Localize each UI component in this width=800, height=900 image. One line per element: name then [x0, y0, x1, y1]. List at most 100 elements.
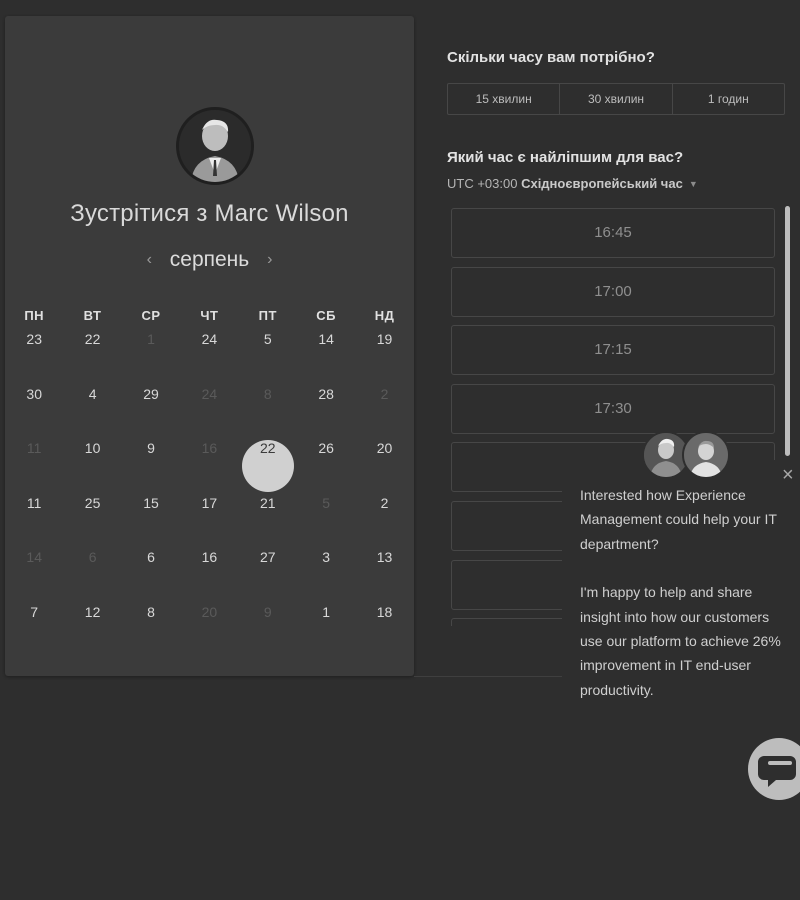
calendar-day-number: 26 [318, 440, 334, 457]
calendar-day[interactable]: 4 [63, 383, 121, 438]
calendar-day-number: 21 [259, 494, 276, 511]
prev-month-icon[interactable]: ‹ [135, 251, 164, 269]
chat-message: Interested how Experience Management cou… [580, 483, 795, 702]
calendar-day-number: 24 [201, 385, 218, 402]
time-question: Який час є найліпшим для вас? [447, 149, 684, 166]
calendar-day-number: 5 [322, 494, 331, 511]
calendar-day[interactable]: 11 [5, 492, 63, 547]
calendar-day-number: 6 [147, 549, 155, 566]
calendar-day-number: 24 [201, 331, 218, 347]
close-icon[interactable]: × [782, 465, 794, 485]
host-avatar [176, 107, 254, 185]
calendar-day-number: 22 [259, 440, 276, 457]
duration-option-15[interactable]: 15 хвилин [448, 84, 561, 114]
calendar-day-number: 3 [322, 549, 331, 566]
calendar-day-number: 2 [380, 385, 389, 402]
weekday-label: НД [374, 308, 395, 323]
calendar-day: 9 [239, 601, 297, 656]
calendar-day[interactable]: 14 [297, 328, 355, 383]
calendar-day-number: 2 [380, 494, 389, 511]
calendar-day-number: 23 [26, 331, 42, 347]
calendar-day-selected[interactable]: 22 [239, 437, 297, 493]
month-navigation: ‹ серпень › [5, 248, 414, 272]
weekday-label: СР [141, 308, 161, 323]
calendar-week: 14 6 6 16 27 3 13 [5, 546, 414, 601]
time-slot[interactable]: 16:45 [451, 208, 775, 258]
next-month-icon[interactable]: › [255, 251, 284, 269]
calendar-day: 6 [63, 546, 121, 601]
time-slot[interactable]: 17:15 [451, 325, 775, 376]
time-slot[interactable]: 17:30 [451, 383, 775, 434]
calendar-day-number: 16 [201, 549, 218, 566]
duration-option-60[interactable]: 1 годин [673, 84, 784, 114]
calendar-day[interactable]: 25 [63, 492, 121, 547]
agent-avatars [642, 431, 732, 479]
calendar-day[interactable]: 24 [180, 328, 238, 383]
calendar-day[interactable]: 8 [122, 601, 180, 656]
calendar-day-number: 29 [143, 385, 159, 402]
calendar-day-number: 1 [322, 603, 331, 620]
calendar-day-number: 8 [263, 385, 272, 402]
calendar-day[interactable]: 15 [122, 492, 180, 547]
calendar-week: 30 4 29 24 8 28 2 [5, 383, 414, 438]
calendar-day-number: 9 [147, 440, 155, 457]
calendar-day[interactable]: 29 [122, 383, 180, 438]
chat-message-paragraph: Interested how Experience Management cou… [580, 487, 777, 552]
calendar-day-number: 8 [147, 603, 155, 620]
calendar-day[interactable]: 27 [239, 546, 297, 601]
calendar-day: 8 [239, 383, 297, 438]
calendar-day-number: 22 [84, 331, 101, 347]
slot-list-scrollbar[interactable] [785, 206, 790, 456]
timezone-selector[interactable]: UTC +03:00 Східноєвропейський час ▼ [447, 176, 698, 191]
calendar-day[interactable]: 18 [355, 601, 413, 656]
weekday-label: ПН [24, 308, 45, 323]
calendar-day-number: 4 [88, 385, 97, 402]
calendar-day: 1 [122, 328, 180, 383]
calendar-day[interactable]: 1 [297, 601, 355, 656]
calendar-day[interactable]: 12 [63, 601, 121, 656]
calendar-day[interactable]: 3 [297, 546, 355, 601]
calendar-day[interactable]: 19 [355, 328, 413, 383]
calendar-day-number: 18 [376, 603, 393, 620]
calendar-day[interactable]: 23 [5, 328, 63, 383]
day-grid: 23 22 1 24 5 14 19 30 4 29 24 8 28 2 11 10 9 16 22 26 20 11 25… [5, 328, 414, 656]
calendar-day-number: 20 [201, 603, 218, 620]
calendar-day[interactable]: 26 [297, 437, 355, 492]
chat-launcher-button[interactable] [748, 738, 800, 800]
calendar-day: 2 [355, 383, 413, 438]
divider [414, 676, 564, 677]
agent-avatar [682, 431, 730, 479]
calendar-day-number: 14 [26, 549, 42, 566]
time-slot[interactable]: 17:00 [451, 266, 775, 317]
calendar-day: 5 [297, 492, 355, 547]
calendar-day[interactable]: 9 [122, 437, 180, 492]
calendar-day[interactable]: 21 [239, 492, 297, 547]
calendar-day[interactable]: 7 [5, 601, 63, 656]
calendar-week: 23 22 1 24 5 14 19 [5, 328, 414, 383]
calendar-day[interactable]: 20 [355, 437, 413, 492]
calendar-day[interactable]: 28 [297, 383, 355, 438]
calendar-day-number: 17 [201, 494, 218, 511]
calendar-day-number: 16 [201, 440, 218, 457]
weekday-label: ВТ [83, 308, 102, 323]
calendar-day: 16 [180, 437, 238, 492]
calendar-day[interactable]: 30 [5, 383, 63, 438]
weekday-label: ПТ [258, 308, 277, 323]
calendar-day: 20 [180, 601, 238, 656]
duration-option-30[interactable]: 30 хвилин [560, 84, 673, 114]
calendar-day[interactable]: 17 [180, 492, 238, 547]
calendar-day[interactable]: 13 [355, 546, 413, 601]
calendar-day-number: 27 [259, 549, 276, 566]
calendar-day[interactable]: 2 [355, 492, 413, 547]
calendar-day[interactable]: 10 [63, 437, 121, 492]
calendar-day-number: 15 [143, 494, 159, 511]
weekday-label: СБ [316, 308, 337, 323]
duration-question: Скільки часу вам потрібно? [447, 49, 655, 66]
calendar-day-number: 6 [88, 549, 97, 566]
calendar-day-number: 11 [26, 494, 42, 511]
calendar-day-number: 12 [84, 603, 101, 620]
calendar-day[interactable]: 16 [180, 546, 238, 601]
calendar-day[interactable]: 5 [239, 328, 297, 383]
calendar-day[interactable]: 22 [63, 328, 121, 383]
calendar-day[interactable]: 6 [122, 546, 180, 601]
